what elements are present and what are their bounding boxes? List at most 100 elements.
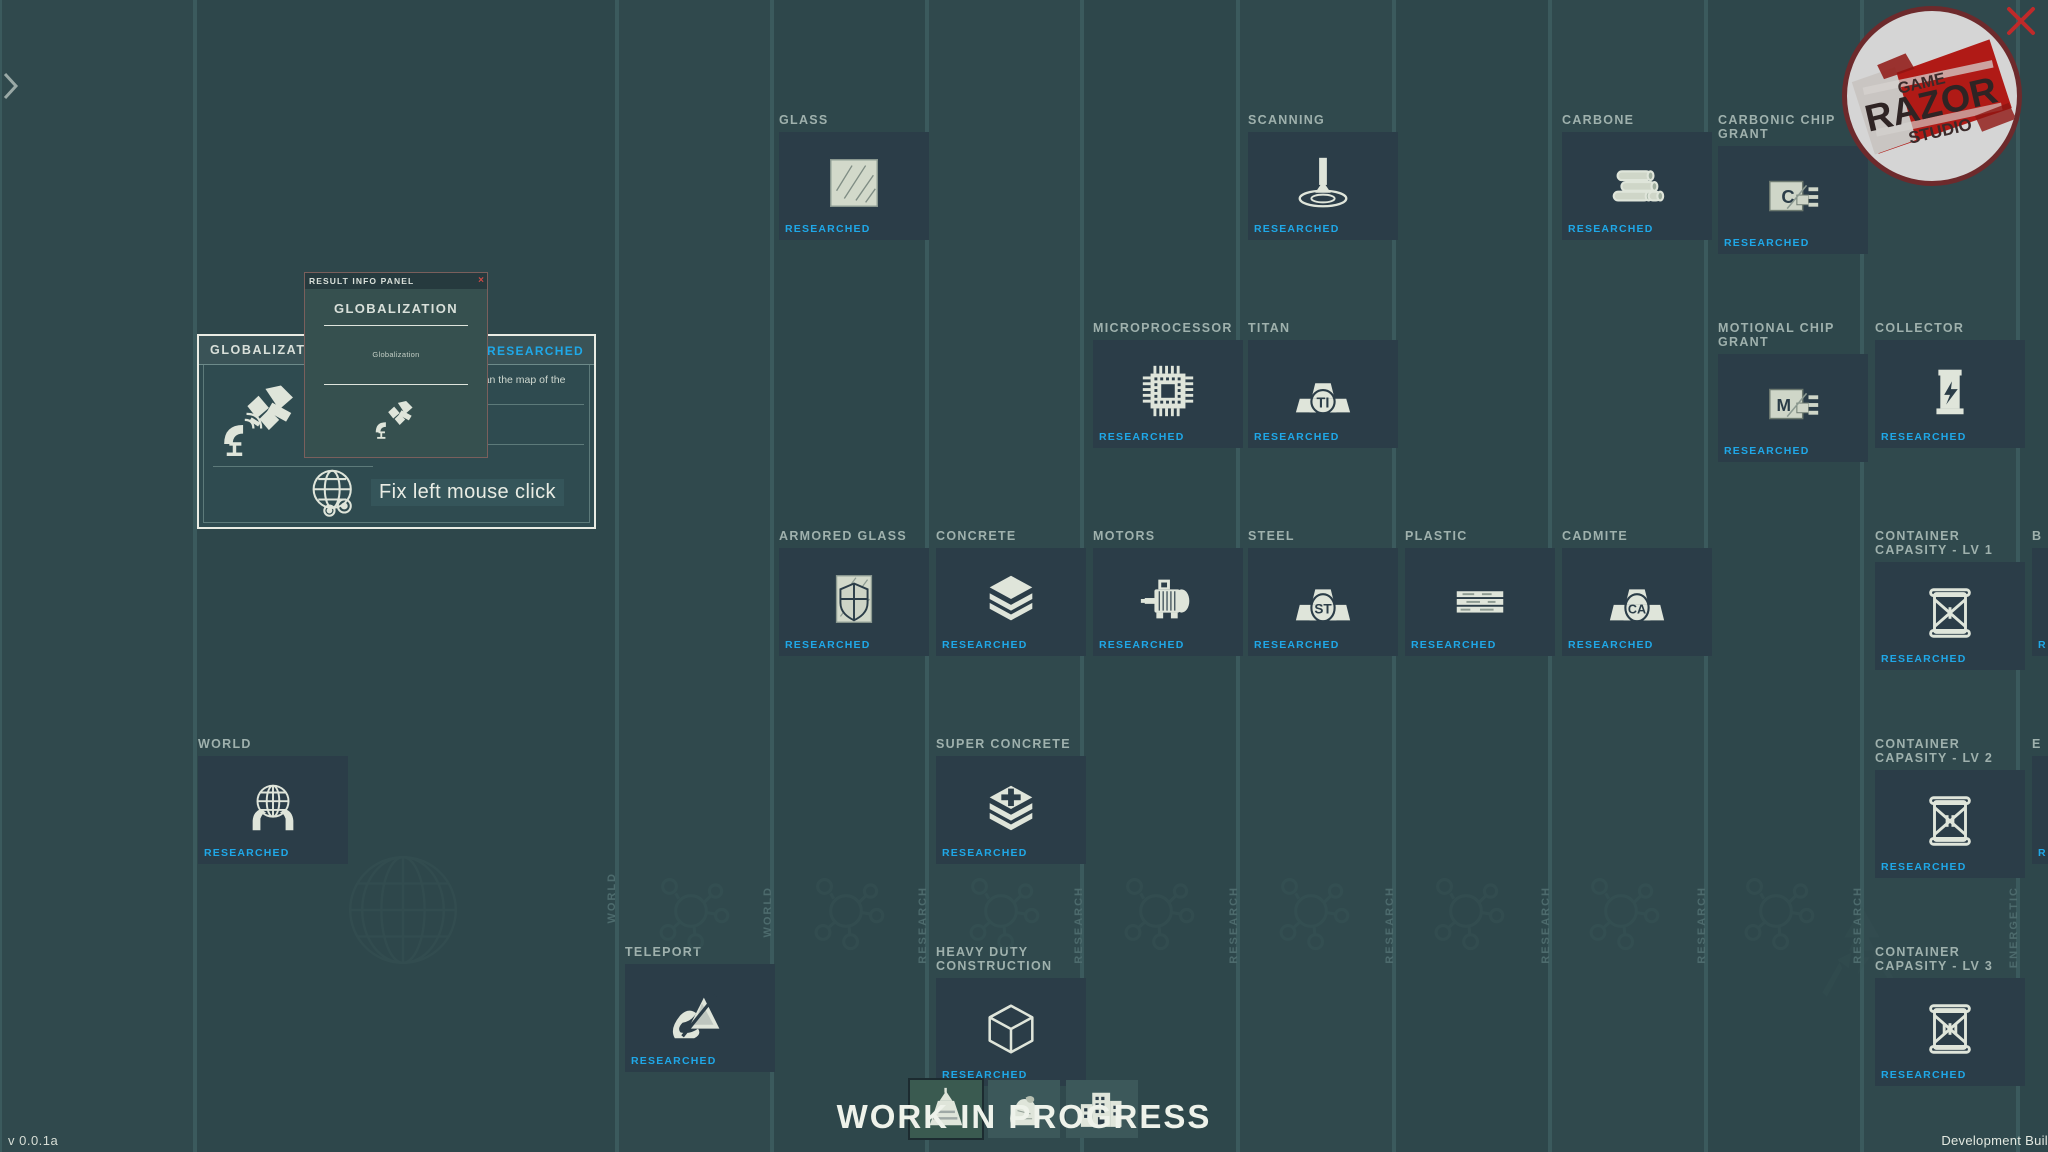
tech-node-edge-0[interactable]: BR bbox=[2032, 529, 2048, 656]
node-title: TELEPORT bbox=[625, 945, 703, 959]
build-city-tile[interactable] bbox=[1066, 1080, 1138, 1138]
node-box[interactable]: R bbox=[2032, 756, 2048, 864]
node-box[interactable]: RESEARCHED bbox=[779, 548, 929, 656]
tech-node-super-concrete[interactable]: SUPER CONCRETE RESEARCHED bbox=[936, 737, 1086, 864]
carbon-rods-icon bbox=[1606, 152, 1668, 214]
node-status-badge: RESEARCHED bbox=[1881, 653, 1967, 665]
tech-node-steel[interactable]: STEEL ST RESEARCHED bbox=[1248, 529, 1398, 656]
node-status-badge: RESEARCHED bbox=[1099, 639, 1185, 651]
node-title: PLASTIC bbox=[1405, 529, 1468, 543]
column-label-0: WORLD bbox=[606, 872, 618, 924]
node-box[interactable]: RESEARCHED bbox=[1093, 340, 1243, 448]
chevron-right-icon[interactable] bbox=[0, 68, 22, 104]
node-status-badge: RESEARCHED bbox=[1254, 639, 1340, 651]
tech-node-carbonic-chip-grant[interactable]: CARBONIC CHIP GRANT C RESEARCHED bbox=[1718, 113, 1868, 254]
node-status-badge: RESEARCHED bbox=[942, 847, 1028, 859]
container-lv1-icon bbox=[1919, 582, 1981, 644]
close-x-icon[interactable] bbox=[2004, 4, 2038, 38]
node-box[interactable]: RESEARCHED bbox=[1562, 132, 1712, 240]
node-box[interactable]: RESEARCHED bbox=[198, 756, 348, 864]
tech-node-world[interactable]: WORLD RESEARCHED bbox=[198, 737, 348, 864]
container-lv3-icon bbox=[1919, 998, 1981, 1060]
tech-node-microprocessor[interactable]: MICROPROCESSOR RESEARCHED bbox=[1093, 321, 1243, 448]
tech-node-glass[interactable]: GLASS RESEARCHED bbox=[779, 113, 929, 240]
node-status-badge: RESEARCHED bbox=[1881, 1069, 1967, 1081]
node-box[interactable]: RESEARCHED bbox=[1875, 562, 2025, 670]
result-panel-title: GLOBALIZATION bbox=[333, 301, 459, 316]
result-info-panel[interactable]: RESULT INFO PANEL × GLOBALIZATION Global… bbox=[304, 272, 488, 458]
titan-ingot-icon: TI bbox=[1292, 360, 1354, 422]
globe-gears-icon bbox=[307, 467, 363, 519]
super-concrete-icon bbox=[980, 776, 1042, 838]
node-title: CADMITE bbox=[1562, 529, 1629, 543]
node-title: CONCRETE bbox=[936, 529, 1017, 543]
detail-card-status: RESEARCHED bbox=[486, 344, 584, 358]
node-box[interactable]: M RESEARCHED bbox=[1718, 354, 1868, 462]
node-title: SUPER CONCRETE bbox=[936, 737, 1071, 751]
cadmite-ingot-icon: CA bbox=[1606, 568, 1668, 630]
radar-scan-icon bbox=[1292, 152, 1354, 214]
microprocessor-icon bbox=[1137, 360, 1199, 422]
node-box[interactable]: RESEARCHED bbox=[1405, 548, 1555, 656]
column-label-9: ENERGETIC bbox=[2008, 886, 2020, 969]
node-box[interactable]: RESEARCHED bbox=[936, 978, 1086, 1086]
node-title: CONTAINER CAPASITY - LV 1 bbox=[1875, 529, 1994, 557]
node-status-badge: RESEARCHED bbox=[1724, 237, 1810, 249]
heavy-cube-icon bbox=[980, 998, 1042, 1060]
tech-node-motional-chip-grant[interactable]: MOTIONAL CHIP GRANT M RESEARCHED bbox=[1718, 321, 1868, 462]
node-title: COLLECTOR bbox=[1875, 321, 1965, 335]
node-box[interactable]: RESEARCHED bbox=[1875, 340, 2025, 448]
tech-node-armored-glass[interactable]: ARMORED GLASS RESEARCHED bbox=[779, 529, 929, 656]
svg-text:TI: TI bbox=[1317, 395, 1330, 411]
game-razor-studio-logo: GAME RAZOR STUDIO bbox=[1842, 6, 2022, 186]
build-pyramid-tile[interactable] bbox=[908, 1078, 984, 1140]
satellite-dish-icon bbox=[219, 382, 305, 456]
tech-node-titan[interactable]: TITAN TI RESEARCHED bbox=[1248, 321, 1398, 448]
column-label-3: RESEARCH bbox=[1073, 886, 1085, 964]
node-status-badge: RESEARCHED bbox=[1568, 223, 1654, 235]
node-title: E bbox=[2032, 737, 2042, 751]
tech-node-scanning[interactable]: SCANNING RESEARCHED bbox=[1248, 113, 1398, 240]
node-box[interactable]: RESEARCHED bbox=[936, 756, 1086, 864]
node-title: ARMORED GLASS bbox=[779, 529, 908, 543]
node-status-badge: RESEARCHED bbox=[1411, 639, 1497, 651]
node-box[interactable]: RESEARCHED bbox=[936, 548, 1086, 656]
world-hands-icon bbox=[242, 776, 304, 838]
node-box[interactable]: RESEARCHED bbox=[1875, 770, 2025, 878]
tech-node-concrete[interactable]: CONCRETE RESEARCHED bbox=[936, 529, 1086, 656]
tech-node-edge-1[interactable]: ER bbox=[2032, 737, 2048, 864]
svg-text:ST: ST bbox=[1314, 602, 1332, 617]
container-lv2-icon bbox=[1919, 790, 1981, 852]
node-status-badge: RESEARCHED bbox=[942, 639, 1028, 651]
node-box[interactable]: R bbox=[2032, 548, 2048, 656]
tech-node-container-capasity-lv-3[interactable]: CONTAINER CAPASITY - LV 3 RESEARCHED bbox=[1875, 945, 2025, 1086]
tech-node-teleport[interactable]: TELEPORT RESEARCHED bbox=[625, 945, 775, 1072]
node-box[interactable]: CA RESEARCHED bbox=[1562, 548, 1712, 656]
glass-pane-icon bbox=[823, 152, 885, 214]
bottom-build-tiles bbox=[908, 1078, 1138, 1140]
node-box[interactable]: RESEARCHED bbox=[1875, 978, 2025, 1086]
node-box[interactable]: ST RESEARCHED bbox=[1248, 548, 1398, 656]
column-label-6: RESEARCH bbox=[1540, 886, 1552, 964]
node-box[interactable]: RESEARCHED bbox=[1093, 548, 1243, 656]
tech-node-heavy-duty-construction[interactable]: HEAVY DUTY CONSTRUCTION RESEARCHED bbox=[936, 945, 1086, 1086]
tech-node-cadmite[interactable]: CADMITE CA RESEARCHED bbox=[1562, 529, 1712, 656]
tech-node-plastic[interactable]: PLASTIC RESEARCHED bbox=[1405, 529, 1555, 656]
node-box[interactable]: TI RESEARCHED bbox=[1248, 340, 1398, 448]
node-status-badge: RESEARCHED bbox=[1568, 639, 1654, 651]
node-box[interactable]: C RESEARCHED bbox=[1718, 146, 1868, 254]
build-rock-tile[interactable] bbox=[988, 1080, 1060, 1138]
tech-node-carbone[interactable]: CARBONE RESEARCHED bbox=[1562, 113, 1712, 240]
node-box[interactable]: RESEARCHED bbox=[779, 132, 929, 240]
tech-node-container-capasity-lv-2[interactable]: CONTAINER CAPASITY - LV 2 RESEARCHED bbox=[1875, 737, 2025, 878]
node-box[interactable]: RESEARCHED bbox=[1248, 132, 1398, 240]
close-icon[interactable]: × bbox=[478, 276, 484, 286]
node-status-badge: R bbox=[2038, 639, 2047, 651]
tech-node-collector[interactable]: COLLECTOR RESEARCHED bbox=[1875, 321, 2025, 448]
node-status-badge: RESEARCHED bbox=[1724, 445, 1810, 457]
tech-node-container-capasity-lv-1[interactable]: CONTAINER CAPASITY - LV 1 RESEARCHED bbox=[1875, 529, 2025, 670]
node-title: STEEL bbox=[1248, 529, 1295, 543]
tech-tree-screen: GLASS RESEARCHED SCANNING RESEARCHED CARBO… bbox=[0, 0, 2048, 1152]
node-box[interactable]: RESEARCHED bbox=[625, 964, 775, 1072]
tech-node-motors[interactable]: MOTORS RESEARCHED bbox=[1093, 529, 1243, 656]
